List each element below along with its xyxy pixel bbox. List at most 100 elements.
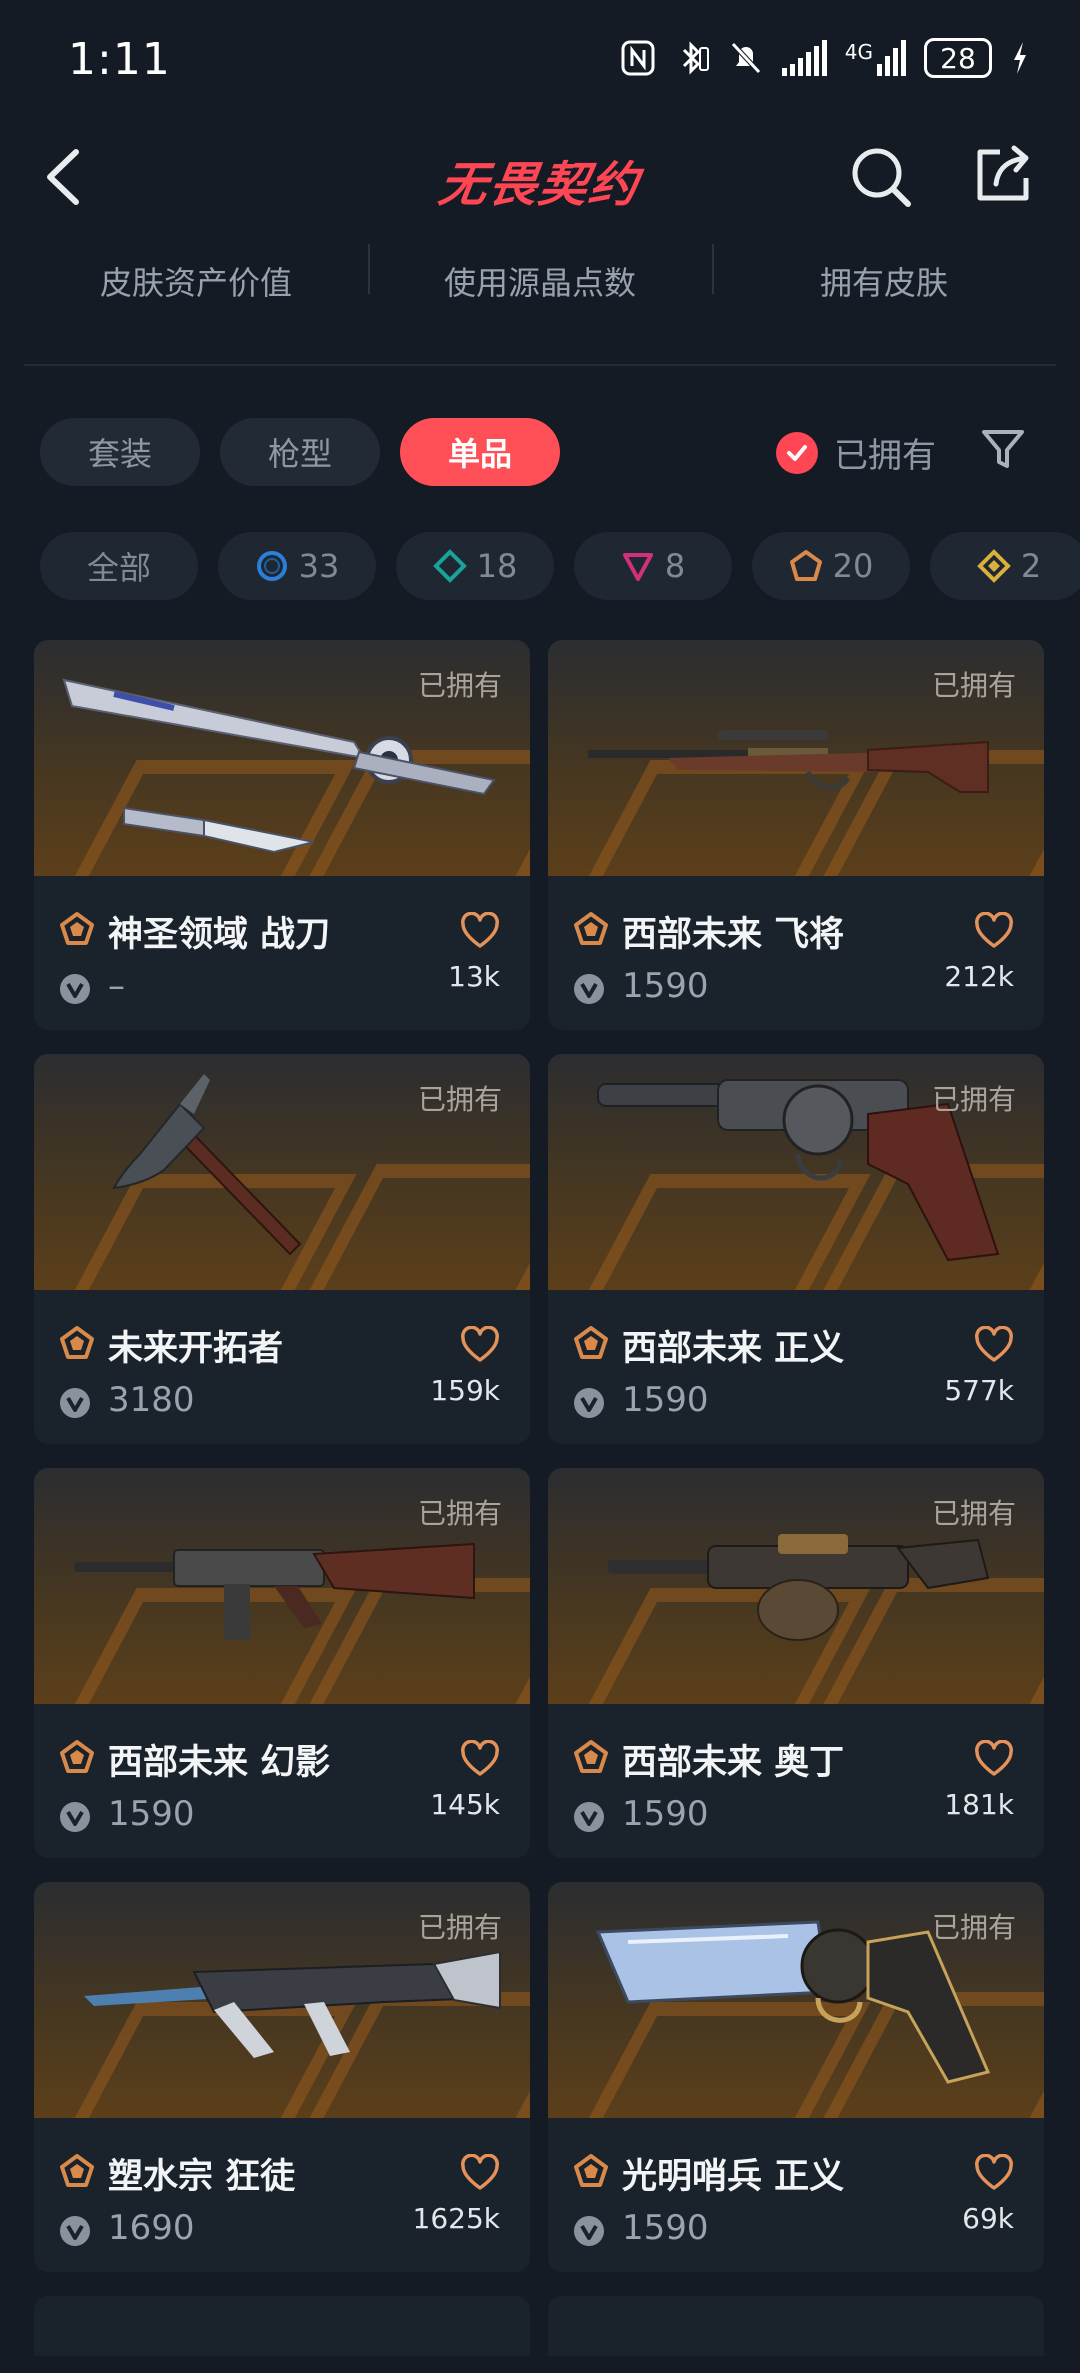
item-info: 光明哨兵 正义 1590 69k <box>548 2118 1044 2272</box>
vp-currency-icon <box>60 974 90 1004</box>
item-price: 1690 <box>108 2208 195 2248</box>
stat-skin-value[interactable]: 皮肤资产价值 <box>24 236 368 326</box>
like-count: 181k <box>944 1788 1014 1821</box>
rarity-select-count: 33 <box>298 547 340 585</box>
owned-tag: 已拥有 <box>417 1911 502 1944</box>
item-card[interactable]: 已拥有 西部未来 飞将 1590 212k <box>548 640 1044 1030</box>
rarity-ultra-count: 2 <box>1020 547 1042 585</box>
rarity-premium[interactable]: 8 <box>574 532 732 600</box>
back-icon[interactable] <box>36 142 96 212</box>
rarity-premium-count: 8 <box>664 547 686 585</box>
item-name: 西部未来 飞将 <box>622 915 845 955</box>
item-info: 西部未来 正义 1590 577k <box>548 1290 1044 1444</box>
like-count: 13k <box>448 960 500 993</box>
rarity-exclusive[interactable]: 20 <box>752 532 910 600</box>
logo-text: 无畏契约 <box>435 157 644 213</box>
item-price: 1590 <box>622 1380 709 1420</box>
exclusive-tier-icon <box>60 1740 94 1773</box>
rarity-ultra[interactable]: 2 <box>930 532 1080 600</box>
rarity-all-label: 全部 <box>86 549 151 587</box>
item-price: – <box>108 966 125 1006</box>
item-name: 未来开拓者 <box>108 1329 284 1369</box>
item-image: 已拥有 <box>548 1468 1044 1704</box>
rarity-deluxe[interactable]: 18 <box>396 532 554 600</box>
rhombus-tier-icon <box>976 549 1011 583</box>
tab-single-items[interactable]: 单品 <box>400 418 560 486</box>
share-icon[interactable] <box>970 142 1036 208</box>
signal-icon <box>781 40 827 76</box>
rarity-select[interactable]: 33 <box>218 532 376 600</box>
owned-filter-toggle[interactable]: 已拥有 <box>776 428 936 477</box>
heart-icon[interactable] <box>460 912 500 950</box>
item-image: 已拥有 <box>34 1468 530 1704</box>
heart-icon[interactable] <box>974 2154 1014 2192</box>
mute-bell-icon <box>730 42 761 74</box>
circle-tier-icon <box>256 551 287 581</box>
search-icon[interactable] <box>848 144 914 210</box>
battery-icon: 28 <box>924 38 992 78</box>
like-count: 1625k <box>412 2202 500 2235</box>
filter-icon[interactable] <box>980 426 1026 472</box>
owned-tag: 已拥有 <box>931 1497 1016 1530</box>
item-card[interactable]: 已拥有 西部未来 幻影 1590 145k <box>34 1468 530 1858</box>
item-price: 1590 <box>622 2208 709 2248</box>
item-card[interactable]: 已拥有 光明哨兵 正义 1590 69k <box>548 1882 1044 2272</box>
status-bar: 1:11 4G 28 <box>0 0 1080 120</box>
exclusive-tier-icon <box>60 2154 94 2187</box>
item-name: 西部未来 幻影 <box>108 1743 331 1783</box>
app-logo: 无畏契约 <box>420 148 660 213</box>
item-info: 西部未来 飞将 1590 212k <box>548 876 1044 1030</box>
exclusive-tier-icon <box>574 912 608 945</box>
item-info: 未来开拓者 3180 159k <box>34 1290 530 1444</box>
item-card[interactable]: 已拥有 神圣领域 战刀 – 13k <box>34 640 530 1030</box>
rarity-deluxe-count: 18 <box>476 547 518 585</box>
owned-tag: 已拥有 <box>931 1911 1016 1944</box>
item-name: 塑水宗 狂徒 <box>108 2157 296 2197</box>
charging-icon <box>1014 42 1026 74</box>
exclusive-tier-icon <box>574 1740 608 1773</box>
like-count: 145k <box>430 1788 500 1821</box>
status-icons: 4G 28 <box>620 38 1030 78</box>
item-card[interactable]: 已拥有 未来开拓者 3180 159k <box>34 1054 530 1444</box>
like-count: 212k <box>944 960 1014 993</box>
tab-weapon-type[interactable]: 枪型 <box>220 418 380 486</box>
heart-icon[interactable] <box>974 1326 1014 1364</box>
bluetooth-icon <box>682 41 709 75</box>
item-image: 已拥有 <box>548 1054 1044 1290</box>
app-header: 无畏契约 <box>0 130 1080 230</box>
owned-tag: 已拥有 <box>931 1083 1016 1116</box>
item-card[interactable]: 已拥有 西部未来 奥丁 1590 181k <box>548 1468 1044 1858</box>
nfc-icon <box>621 40 655 76</box>
battery-level: 28 <box>940 41 976 75</box>
heart-icon[interactable] <box>974 1740 1014 1778</box>
vp-currency-icon <box>60 1802 90 1832</box>
item-image: 已拥有 <box>34 640 530 876</box>
stat-vp-spent[interactable]: 使用源晶点数 <box>368 236 712 326</box>
exclusive-tier-icon <box>574 2154 608 2187</box>
page: 1:11 4G 28 无畏契约 皮肤资产价值 使用源晶点数 拥有皮肤 套装 枪型… <box>0 0 1080 2373</box>
rarity-all[interactable]: 全部 <box>40 532 198 600</box>
vp-currency-icon <box>60 1388 90 1418</box>
stat-owned-skins[interactable]: 拥有皮肤 <box>712 236 1056 326</box>
item-card[interactable]: 已拥有 西部未来 正义 1590 577k <box>548 1054 1044 1444</box>
item-price: 1590 <box>622 966 709 1006</box>
cellular-4g-icon: 4G <box>845 40 906 76</box>
item-name: 西部未来 奥丁 <box>622 1743 845 1783</box>
heart-icon[interactable] <box>974 912 1014 950</box>
item-card-peek[interactable] <box>548 2296 1044 2356</box>
heart-icon[interactable] <box>460 1326 500 1364</box>
heart-icon[interactable] <box>460 2154 500 2192</box>
item-card-peek[interactable] <box>34 2296 530 2356</box>
item-info: 神圣领域 战刀 – 13k <box>34 876 530 1030</box>
heart-icon[interactable] <box>460 1740 500 1778</box>
vp-currency-icon <box>574 1388 604 1418</box>
like-count: 577k <box>944 1374 1014 1407</box>
tab-bundles[interactable]: 套装 <box>40 418 200 486</box>
item-image: 已拥有 <box>34 1882 530 2118</box>
item-name: 西部未来 正义 <box>622 1329 845 1369</box>
check-icon <box>776 431 818 474</box>
item-card[interactable]: 已拥有 塑水宗 狂徒 1690 1625k <box>34 1882 530 2272</box>
vp-currency-icon <box>574 1802 604 1832</box>
owned-tag: 已拥有 <box>931 669 1016 702</box>
exclusive-tier-icon <box>574 1326 608 1359</box>
